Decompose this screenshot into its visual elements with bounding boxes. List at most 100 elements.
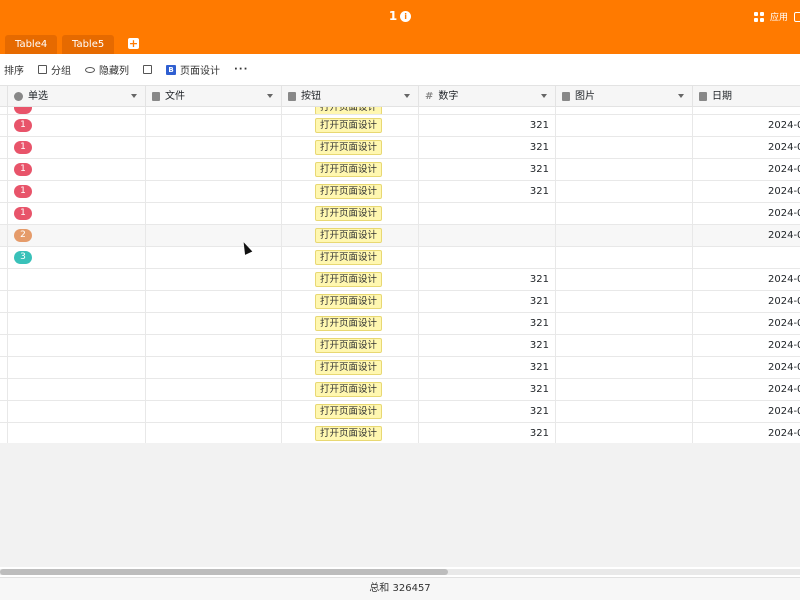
table-row[interactable]: 3 打开页面设计	[0, 247, 800, 269]
number-cell[interactable]: 321	[419, 335, 556, 356]
row-handle-cell[interactable]	[0, 159, 8, 180]
group-button[interactable]: 分组	[38, 62, 71, 77]
row-handle-cell[interactable]	[0, 423, 8, 444]
date-cell[interactable]	[693, 247, 800, 268]
button-cell[interactable]: 打开页面设计	[282, 225, 419, 246]
tab-table4[interactable]: Table4	[5, 35, 58, 54]
file-cell[interactable]	[146, 137, 282, 158]
row-handle-cell[interactable]	[0, 137, 8, 158]
number-cell[interactable]: 321	[419, 291, 556, 312]
image-cell[interactable]	[556, 313, 693, 334]
date-cell[interactable]: 2024-0	[693, 203, 800, 224]
table-row[interactable]: 1 打开页面设计 321 2024-0	[0, 181, 800, 203]
open-page-design-button[interactable]: 打开页面设计	[315, 272, 383, 287]
single-select-cell[interactable]	[8, 379, 146, 400]
row-handle-cell[interactable]	[0, 269, 8, 290]
page-design-button[interactable]: B 页面设计	[166, 62, 220, 77]
table-row[interactable]: 2 打开页面设计 2024-0	[0, 225, 800, 247]
number-cell[interactable]: 321	[419, 357, 556, 378]
row-handle-cell[interactable]	[0, 401, 8, 422]
button-cell[interactable]: 打开页面设计	[282, 313, 419, 334]
file-cell[interactable]	[146, 115, 282, 136]
date-cell[interactable]: 2024-0	[693, 137, 800, 158]
open-page-design-button[interactable]: 打开页面设计	[315, 250, 383, 265]
single-select-cell[interactable]	[8, 423, 146, 444]
number-cell[interactable]: 321	[419, 379, 556, 400]
number-cell[interactable]: 321	[419, 181, 556, 202]
open-page-design-button[interactable]: 打开页面设计	[315, 107, 383, 114]
single-select-cell[interactable]	[8, 291, 146, 312]
image-cell[interactable]	[556, 291, 693, 312]
tab-table5[interactable]: Table5	[62, 35, 115, 54]
row-handle-cell[interactable]	[0, 115, 8, 136]
file-cell[interactable]	[146, 225, 282, 246]
table-row[interactable]: 1 打开页面设计 2024-0	[0, 203, 800, 225]
image-cell[interactable]	[556, 225, 693, 246]
open-page-design-button[interactable]: 打开页面设计	[315, 206, 383, 221]
single-select-cell[interactable]: 1	[8, 181, 146, 202]
number-cell[interactable]: 321	[419, 313, 556, 334]
single-select-cell[interactable]	[8, 313, 146, 334]
button-cell[interactable]: 打开页面设计	[282, 379, 419, 400]
image-cell[interactable]	[556, 203, 693, 224]
open-page-design-button[interactable]: 打开页面设计	[315, 294, 383, 309]
table-row[interactable]: 打开页面设计 321 2024-0	[0, 291, 800, 313]
image-cell[interactable]	[556, 115, 693, 136]
date-cell[interactable]: 2024-0	[693, 159, 800, 180]
open-page-design-button[interactable]: 打开页面设计	[315, 184, 383, 199]
button-cell[interactable]: 打开页面设计	[282, 247, 419, 268]
image-cell[interactable]	[556, 137, 693, 158]
row-handle-cell[interactable]	[0, 247, 8, 268]
file-cell[interactable]	[146, 401, 282, 422]
number-cell[interactable]	[419, 247, 556, 268]
single-select-cell[interactable]: 1	[8, 115, 146, 136]
single-select-cell[interactable]	[8, 335, 146, 356]
button-cell[interactable]: 打开页面设计	[282, 401, 419, 422]
date-cell[interactable]: 2024-0	[693, 291, 800, 312]
button-cell[interactable]: 打开页面设计	[282, 269, 419, 290]
row-handle-cell[interactable]	[0, 313, 8, 334]
image-cell[interactable]	[556, 379, 693, 400]
number-cell[interactable]: 321	[419, 159, 556, 180]
file-cell[interactable]	[146, 379, 282, 400]
open-page-design-button[interactable]: 打开页面设计	[315, 426, 383, 441]
number-cell[interactable]: 321	[419, 269, 556, 290]
chevron-down-icon[interactable]	[678, 94, 684, 98]
button-cell[interactable]: 打开页面设计	[282, 115, 419, 136]
date-cell[interactable]: 2024-0	[693, 335, 800, 356]
file-cell[interactable]	[146, 335, 282, 356]
image-cell[interactable]	[556, 269, 693, 290]
table-row[interactable]: 打开页面设计 321 2024-0	[0, 313, 800, 335]
chevron-down-icon[interactable]	[131, 94, 137, 98]
open-page-design-button[interactable]: 打开页面设计	[315, 404, 383, 419]
file-cell[interactable]	[146, 159, 282, 180]
image-cell[interactable]	[556, 423, 693, 444]
apps-icon[interactable]	[753, 11, 764, 22]
button-cell[interactable]: 打开页面设计	[282, 159, 419, 180]
open-page-design-button[interactable]: 打开页面设计	[315, 140, 383, 155]
column-header-image[interactable]: 图片	[556, 86, 693, 107]
number-cell[interactable]: 321	[419, 423, 556, 444]
open-page-design-button[interactable]: 打开页面设计	[315, 162, 383, 177]
layout-icon[interactable]	[794, 11, 800, 22]
date-cell[interactable]: 2024-0	[693, 379, 800, 400]
single-select-cell[interactable]: 3	[8, 247, 146, 268]
more-button[interactable]: ···	[234, 64, 248, 75]
date-cell[interactable]: 2024-0	[693, 423, 800, 444]
date-cell[interactable]: 2024-0	[693, 401, 800, 422]
file-cell[interactable]	[146, 203, 282, 224]
button-cell[interactable]: 打开页面设计	[282, 357, 419, 378]
table-row[interactable]: 1 打开页面设计 321 2024-0	[0, 159, 800, 181]
single-select-cell[interactable]: 1	[8, 137, 146, 158]
image-cell[interactable]	[556, 159, 693, 180]
table-row[interactable]: 打开页面设计 321 2024-0	[0, 357, 800, 379]
row-height-button[interactable]	[143, 65, 152, 74]
date-cell[interactable]: 2024-0	[693, 181, 800, 202]
open-page-design-button[interactable]: 打开页面设计	[315, 316, 383, 331]
row-handle-cell[interactable]	[0, 357, 8, 378]
table-row[interactable]: 打开页面设计 321 2024-0	[0, 269, 800, 291]
column-header-date[interactable]: 日期	[693, 86, 800, 107]
open-page-design-button[interactable]: 打开页面设计	[315, 228, 383, 243]
file-cell[interactable]	[146, 269, 282, 290]
button-cell[interactable]: 打开页面设计	[282, 291, 419, 312]
